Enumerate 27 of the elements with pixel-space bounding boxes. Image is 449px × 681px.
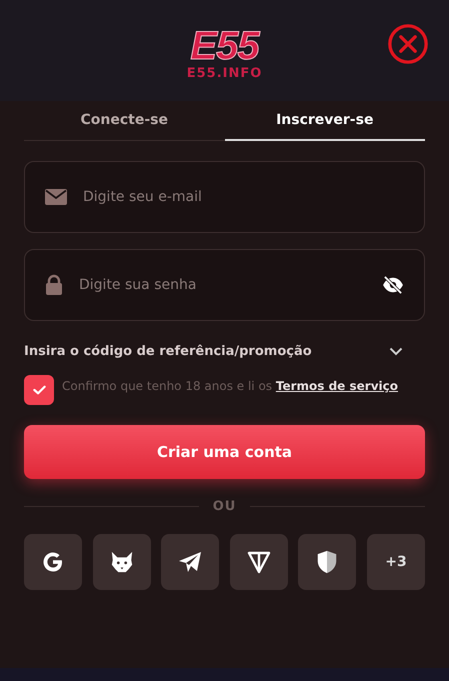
logo: E55 E55.INFO [186,26,262,81]
envelope-icon [45,189,67,205]
chevron-down-icon [389,346,403,356]
close-button[interactable] [387,23,429,65]
social-login-button[interactable] [92,534,151,590]
terms-link[interactable]: Termos de serviço [276,379,398,393]
google-icon [41,550,65,574]
promo-code-toggle[interactable]: Insira o código de referência/promoção [24,339,425,363]
fox-icon [110,550,134,574]
terms-checkbox[interactable] [24,375,54,405]
checkmark-icon [32,385,46,395]
more-options-button[interactable]: +3 [366,534,425,590]
social-login-button[interactable] [230,534,288,590]
lock-icon [45,274,63,296]
social-login-button[interactable] [298,534,356,590]
email-field[interactable]: Digite seu e-mail [81,188,404,206]
paper-plane-icon [178,550,202,574]
tab[interactable]: Inscrever-se [224,101,425,141]
social-login-button[interactable] [24,534,82,590]
social-login-button[interactable] [161,534,220,590]
divider-label: OU [212,499,236,514]
create-account-button[interactable]: Criar uma conta [24,425,425,479]
terms-text: Confirmo que tenho 18 anos e li os Termos de serviço [62,378,398,395]
eye-slash-icon[interactable] [382,276,404,294]
tab[interactable]: Conecte-se [24,101,224,141]
triangle-icon [246,550,271,574]
password-field[interactable]: Digite sua senha [77,276,368,294]
